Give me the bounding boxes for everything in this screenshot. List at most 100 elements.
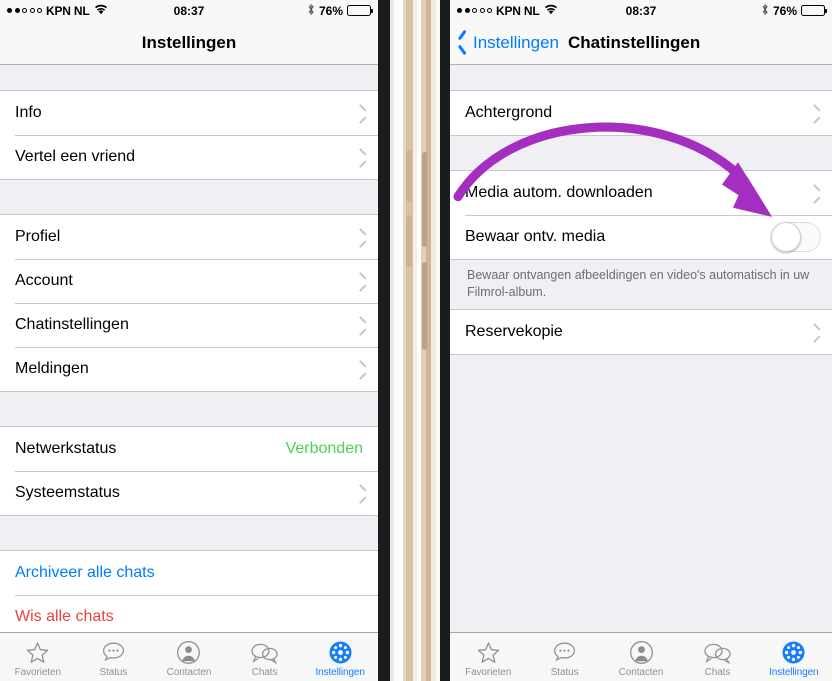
right-settings-list[interactable]: Achtergrond Media autom. downloaden Bewa… xyxy=(450,65,832,632)
chevron-right-icon xyxy=(359,231,367,244)
gear-icon xyxy=(328,640,353,666)
row-media-autom-downloaden[interactable]: Media autom. downloaden xyxy=(450,171,832,215)
tab-label: Instellingen xyxy=(315,666,365,678)
chevron-right-icon xyxy=(359,107,367,120)
row-bewaar-ontv-media[interactable]: Bewaar ontv. media xyxy=(450,215,832,259)
chevron-right-icon xyxy=(359,275,367,288)
bewaar-ontv-media-toggle[interactable] xyxy=(771,222,821,252)
settings-group-reservekopie: Reservekopie xyxy=(450,308,832,355)
right-phone-device: KPN NL 08:37 76% Instellingen Chatinstel… xyxy=(440,0,832,681)
row-vertel-een-vriend[interactable]: Vertel een vriend xyxy=(0,135,378,179)
right-phone-screen: KPN NL 08:37 76% Instellingen Chatinstel… xyxy=(450,0,832,681)
row-profiel[interactable]: Profiel xyxy=(0,215,378,259)
row-label: Wis alle chats xyxy=(15,608,114,625)
section-gap xyxy=(0,180,378,214)
contact-icon xyxy=(629,640,654,666)
chats-icon xyxy=(703,640,732,666)
row-achtergrond[interactable]: Achtergrond xyxy=(450,91,832,135)
carrier-label: KPN NL xyxy=(46,3,90,18)
signal-strength-icon xyxy=(7,8,42,13)
chats-icon xyxy=(250,640,279,666)
row-meldingen[interactable]: Meldingen xyxy=(0,347,378,391)
status-left-group: KPN NL xyxy=(7,4,108,18)
row-archiveer-alle-chats[interactable]: Archiveer alle chats xyxy=(0,551,378,595)
status-right-group: 76% xyxy=(761,3,827,19)
left-tab-bar[interactable]: Favorieten Status Contacten Chats Instel… xyxy=(0,632,378,681)
row-label: Vertel een vriend xyxy=(15,148,136,165)
tab-status[interactable]: Status xyxy=(76,633,152,681)
page-title: Chatinstellingen xyxy=(568,32,701,52)
chevron-right-icon xyxy=(359,487,367,500)
row-info[interactable]: Info xyxy=(0,91,378,135)
settings-group-media: Media autom. downloaden Bewaar ontv. med… xyxy=(450,170,832,260)
chevron-right-icon xyxy=(359,363,367,376)
tab-favorieten[interactable]: Favorieten xyxy=(450,633,526,681)
row-netwerkstatus[interactable]: Netwerkstatus Verbonden xyxy=(0,427,378,471)
tab-label: Chats xyxy=(251,666,278,678)
back-button-label: Instellingen xyxy=(473,32,560,52)
row-label: Systeemstatus xyxy=(15,484,120,501)
carrier-label: KPN NL xyxy=(496,3,540,18)
battery-icon xyxy=(801,5,827,16)
bluetooth-icon xyxy=(307,3,315,19)
row-reservekopie[interactable]: Reservekopie xyxy=(450,309,832,354)
battery-icon xyxy=(347,5,373,16)
settings-group-status: Netwerkstatus Verbonden Systeemstatus xyxy=(0,426,378,516)
tab-label: Status xyxy=(550,666,579,678)
row-systeemstatus[interactable]: Systeemstatus xyxy=(0,471,378,515)
row-label: Media autom. downloaden xyxy=(465,184,653,201)
battery-percent-label: 76% xyxy=(318,3,343,18)
chevron-right-icon xyxy=(813,107,821,120)
chevron-right-icon xyxy=(359,151,367,164)
row-label: Meldingen xyxy=(15,360,89,377)
tab-chats[interactable]: Chats xyxy=(679,633,755,681)
tab-label: Contacten xyxy=(166,666,212,678)
status-left-group: KPN NL xyxy=(457,4,558,18)
status-badge: Verbonden xyxy=(285,440,363,457)
tab-contacten[interactable]: Contacten xyxy=(151,633,227,681)
left-phone-device: KPN NL 08:37 76% Instellingen Info Verte… xyxy=(0,0,390,681)
settings-group-account: Profiel Account Chatinstellingen Melding… xyxy=(0,214,378,392)
settings-group-info: Info Vertel een vriend xyxy=(0,90,378,180)
tab-contacten[interactable]: Contacten xyxy=(603,633,679,681)
tab-label: Favorieten xyxy=(14,666,61,678)
star-icon xyxy=(476,640,501,666)
right-tab-bar[interactable]: Favorieten Status Contacten Chats Instel… xyxy=(450,632,832,681)
tab-label: Instellingen xyxy=(769,666,819,678)
back-button[interactable]: Instellingen xyxy=(450,33,559,53)
right-status-bar: KPN NL 08:37 76% xyxy=(450,0,832,21)
tab-label: Status xyxy=(99,666,128,678)
row-label: Reservekopie xyxy=(465,322,563,340)
tab-label: Contacten xyxy=(618,666,664,678)
left-status-bar: KPN NL 08:37 76% xyxy=(0,0,378,21)
tab-instellingen[interactable]: Instellingen xyxy=(302,633,378,681)
tab-instellingen[interactable]: Instellingen xyxy=(756,633,832,681)
row-wis-alle-chats[interactable]: Wis alle chats xyxy=(0,595,378,632)
status-bubble-icon xyxy=(101,640,126,666)
tab-favorieten[interactable]: Favorieten xyxy=(0,633,76,681)
left-nav-bar: Instellingen xyxy=(0,21,378,65)
tab-label: Favorieten xyxy=(465,666,512,678)
media-footnote: Bewaar ontvangen afbeeldingen en video's… xyxy=(450,260,832,309)
bluetooth-icon xyxy=(761,3,769,19)
chevron-right-icon xyxy=(813,187,821,200)
row-label: Bewaar ontv. media xyxy=(465,228,606,245)
screenshot-stage: KPN NL 08:37 76% Instellingen Info Verte… xyxy=(0,0,832,681)
section-gap xyxy=(450,136,832,170)
signal-strength-icon xyxy=(457,8,492,13)
page-title: Instellingen xyxy=(141,32,237,52)
battery-percent-label: 76% xyxy=(772,3,797,18)
row-label: Profiel xyxy=(15,228,61,245)
status-bubble-icon xyxy=(552,640,577,666)
row-label: Account xyxy=(15,272,73,289)
left-phone-screen: KPN NL 08:37 76% Instellingen Info Verte… xyxy=(0,0,378,681)
gear-icon xyxy=(781,640,806,666)
left-settings-list[interactable]: Info Vertel een vriend Profiel Account C… xyxy=(0,65,378,632)
row-account[interactable]: Account xyxy=(0,259,378,303)
wifi-icon xyxy=(544,4,558,18)
settings-group-chat-actions: Archiveer alle chats Wis alle chats xyxy=(0,550,378,632)
row-chatinstellingen[interactable]: Chatinstellingen xyxy=(0,303,378,347)
tab-chats[interactable]: Chats xyxy=(227,633,303,681)
settings-group-achtergrond: Achtergrond xyxy=(450,90,832,136)
tab-status[interactable]: Status xyxy=(526,633,602,681)
